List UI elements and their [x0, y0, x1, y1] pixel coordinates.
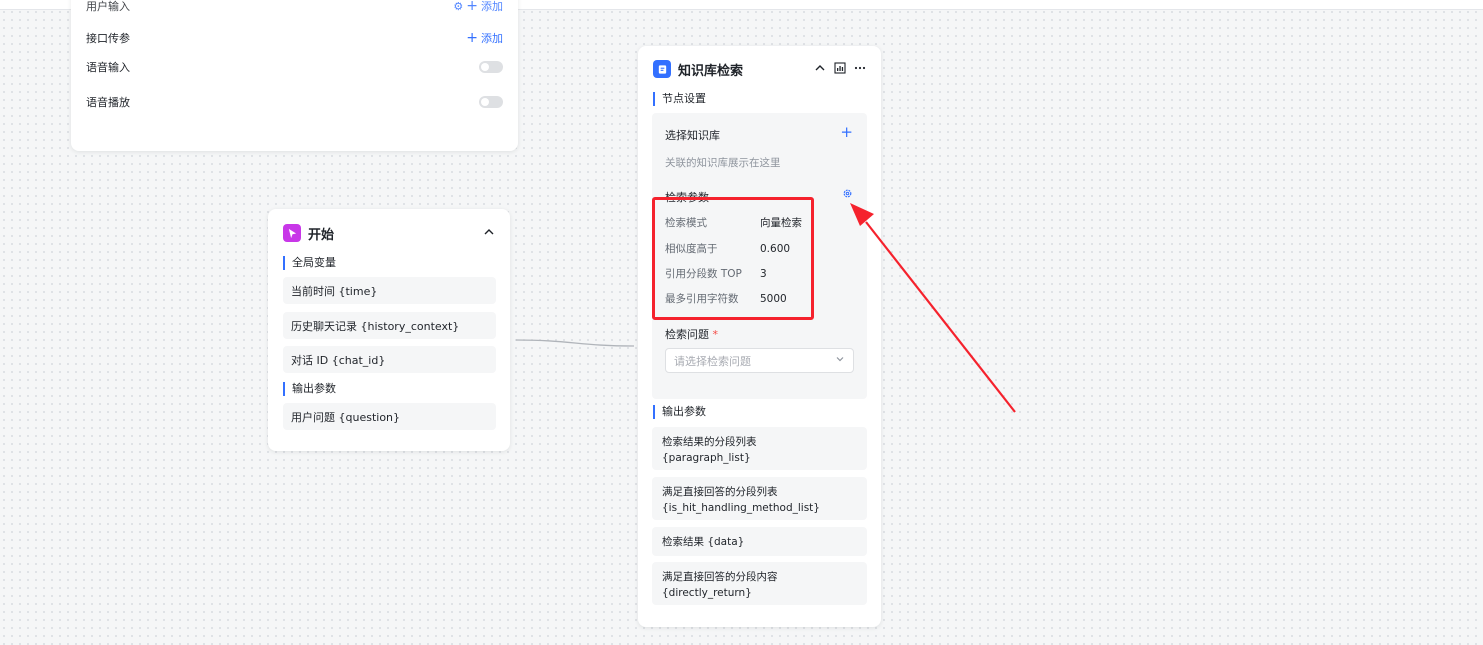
- annotation-arrow: [850, 203, 1016, 413]
